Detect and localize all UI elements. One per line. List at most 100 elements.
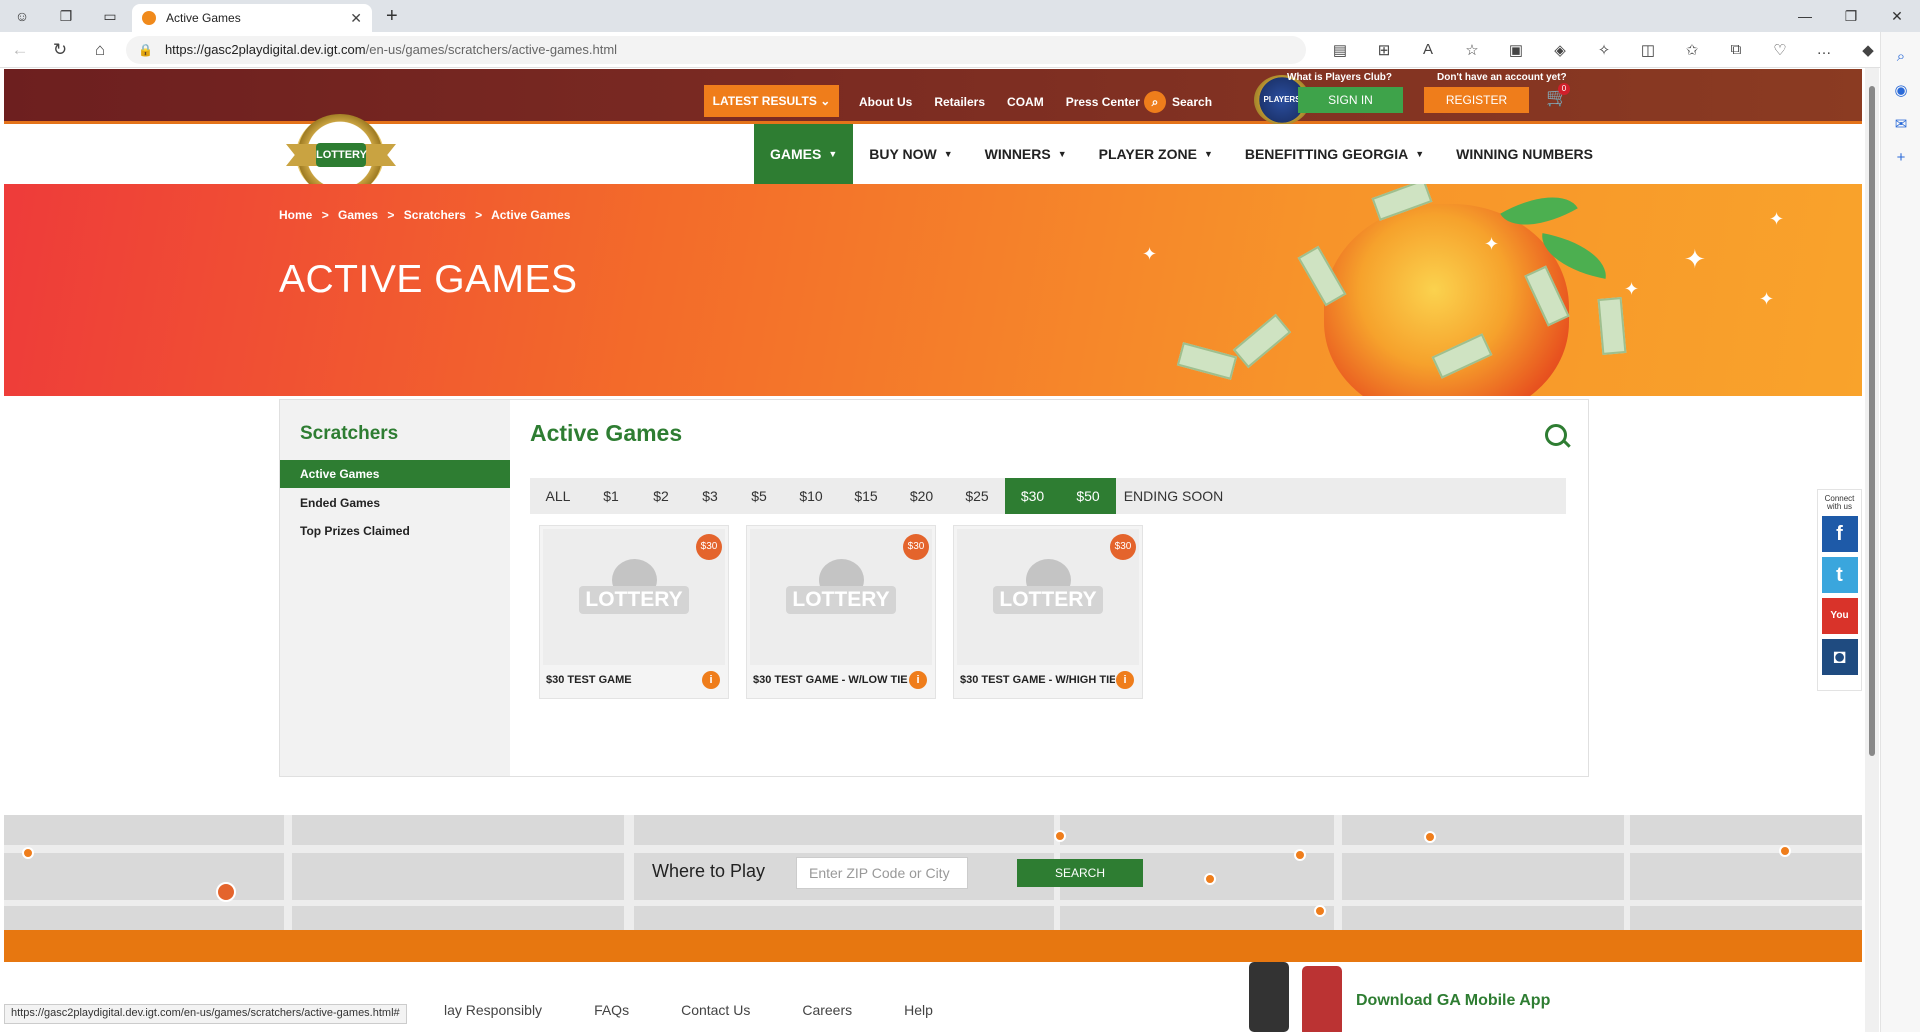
- nav-item-winners[interactable]: WINNERS ▼: [969, 124, 1083, 184]
- where-to-play-search-button[interactable]: SEARCH: [1017, 859, 1143, 887]
- minimize-icon[interactable]: —: [1782, 8, 1828, 25]
- top-search-button[interactable]: ⌕ Search: [1144, 91, 1212, 113]
- game-name[interactable]: $30 TEST GAME - W/HIGH TIER: [960, 674, 1115, 686]
- map-road: [1334, 815, 1342, 930]
- info-icon[interactable]: i: [909, 671, 927, 689]
- close-window-icon[interactable]: ✕: [1874, 8, 1920, 25]
- map-pin-icon: [1424, 831, 1436, 843]
- latest-results-button[interactable]: LATEST RESULTS ⌄: [704, 85, 839, 117]
- sidebar-item-ended-games[interactable]: Ended Games: [280, 489, 510, 517]
- youtube-icon[interactable]: You: [1821, 598, 1858, 634]
- collections-icon[interactable]: ⧉: [1714, 41, 1758, 59]
- breadcrumb: Home > Games > Scratchers > Active Games: [279, 208, 576, 222]
- extensions-icon[interactable]: ✧: [1582, 41, 1626, 59]
- extension-red-icon[interactable]: ▣: [1494, 41, 1538, 59]
- sparkle-icon: ✦: [1484, 234, 1500, 254]
- filter--5[interactable]: $5: [734, 478, 784, 514]
- close-tab-icon[interactable]: ✕: [350, 10, 362, 27]
- money-bill: [1597, 297, 1627, 355]
- sidebar-copilot-icon[interactable]: ◉: [1881, 81, 1920, 99]
- filter-all[interactable]: ALL: [530, 478, 586, 514]
- footer-link-careers[interactable]: Careers: [802, 1002, 852, 1018]
- home-icon[interactable]: ⌂: [80, 40, 120, 60]
- restore-icon[interactable]: ❐: [1828, 8, 1874, 25]
- filter--10[interactable]: $10: [784, 478, 838, 514]
- register-button[interactable]: REGISTER: [1424, 87, 1529, 113]
- sidebar-item-top-prizes-claimed[interactable]: Top Prizes Claimed: [280, 517, 510, 545]
- filter-ending-soon[interactable]: ENDING SOON: [1116, 478, 1231, 514]
- scrollbar-thumb[interactable]: [1869, 86, 1875, 756]
- cart-icon[interactable]: 🛒 0: [1546, 83, 1570, 108]
- favorites-icon[interactable]: ✩: [1670, 41, 1714, 59]
- split-screen-icon[interactable]: ◫: [1626, 41, 1670, 59]
- footer-link-help[interactable]: Help: [904, 1002, 933, 1018]
- refresh-icon[interactable]: ↻: [40, 40, 80, 60]
- filter--20[interactable]: $20: [894, 478, 949, 514]
- retailers-link[interactable]: Retailers: [934, 95, 985, 109]
- nav-item-winning-numbers[interactable]: WINNING NUMBERS: [1440, 124, 1609, 184]
- favorite-star-icon[interactable]: ☆: [1450, 41, 1494, 59]
- press-center-link[interactable]: Press Center: [1066, 95, 1140, 109]
- breadcrumb-games[interactable]: Games: [338, 208, 378, 222]
- info-icon[interactable]: i: [1116, 671, 1134, 689]
- footer-link-play-responsibly[interactable]: lay Responsibly: [444, 1002, 542, 1018]
- tab-actions-icon[interactable]: ▭: [100, 6, 120, 26]
- footer-link-contact-us[interactable]: Contact Us: [681, 1002, 750, 1018]
- instagram-icon[interactable]: ◘: [1821, 639, 1858, 675]
- sparkle-icon: ✦: [1769, 209, 1785, 229]
- utility-links: About Us Retailers COAM Press Center: [859, 95, 1140, 109]
- filter--1[interactable]: $1: [586, 478, 636, 514]
- game-name[interactable]: $30 TEST GAME: [546, 674, 701, 686]
- download-app-link[interactable]: Download GA Mobile App: [1356, 992, 1550, 1010]
- workspaces-icon[interactable]: ❐: [56, 6, 76, 26]
- toolbar-icons: ▤ ⊞ A ☆ ▣ ◈ ✧ ◫ ✩ ⧉ ♡ … ◆: [1318, 41, 1890, 59]
- players-club-question[interactable]: What is Players Club?: [1287, 72, 1392, 83]
- filter--15[interactable]: $15: [838, 478, 894, 514]
- game-card[interactable]: LOTTERY $30 $30 TEST GAME - W/LOW TIER i: [746, 525, 936, 699]
- immersive-reader-icon[interactable]: ▤: [1318, 41, 1362, 59]
- game-card[interactable]: LOTTERY $30 $30 TEST GAME - W/HIGH TIER i: [953, 525, 1143, 699]
- nav-item-games[interactable]: GAMES ▼: [754, 124, 854, 184]
- more-menu-icon[interactable]: …: [1802, 41, 1846, 59]
- sidebar-search-icon[interactable]: ⌕: [1881, 48, 1920, 65]
- breadcrumb-home[interactable]: Home: [279, 208, 312, 222]
- sidebar-item-active-games[interactable]: Active Games: [280, 460, 510, 488]
- performance-icon[interactable]: ♡: [1758, 41, 1802, 59]
- site-info-icon[interactable]: 🔒: [138, 43, 153, 57]
- facebook-icon[interactable]: f: [1821, 516, 1858, 552]
- filter--30[interactable]: $30: [1005, 478, 1060, 514]
- url-field[interactable]: 🔒 https://gasc2playdigital.dev.igt.com/e…: [126, 35, 1306, 64]
- filter--2[interactable]: $2: [636, 478, 686, 514]
- filter--25[interactable]: $25: [949, 478, 1005, 514]
- game-card[interactable]: LOTTERY $30 $30 TEST GAME i: [539, 525, 729, 699]
- back-icon[interactable]: ←: [0, 40, 40, 60]
- page-scrollbar[interactable]: [1865, 68, 1879, 1032]
- info-icon[interactable]: i: [702, 671, 720, 689]
- browser-tab[interactable]: Active Games ✕: [132, 4, 372, 32]
- sign-in-button[interactable]: SIGN IN: [1298, 87, 1403, 113]
- breadcrumb-separator: >: [475, 208, 483, 222]
- twitter-icon[interactable]: t: [1821, 557, 1858, 593]
- coam-link[interactable]: COAM: [1007, 95, 1044, 109]
- new-tab-icon[interactable]: +: [386, 5, 398, 28]
- url-path: /en-us/games/scratchers/active-games.htm…: [365, 42, 618, 57]
- nav-item-benefitting-georgia[interactable]: BENEFITTING GEORGIA ▼: [1229, 124, 1440, 184]
- profile-icon[interactable]: ☺: [12, 6, 32, 26]
- sidebar-outlook-icon[interactable]: ✉: [1881, 115, 1920, 133]
- read-aloud-icon[interactable]: A: [1406, 41, 1450, 59]
- filter--3[interactable]: $3: [686, 478, 734, 514]
- breadcrumb-scratchers[interactable]: Scratchers: [404, 208, 466, 222]
- filter--50[interactable]: $50: [1060, 478, 1116, 514]
- nav-item-buy-now[interactable]: BUY NOW ▼: [853, 124, 968, 184]
- game-name[interactable]: $30 TEST GAME - W/LOW TIER: [753, 674, 908, 686]
- extension-teal-icon[interactable]: ◈: [1538, 41, 1582, 59]
- map-pin-icon: [1054, 830, 1066, 842]
- sidebar-add-icon[interactable]: +: [1881, 149, 1920, 166]
- peach-favicon-icon: [142, 11, 156, 25]
- footer-link-faqs[interactable]: FAQs: [594, 1002, 629, 1018]
- apps-icon[interactable]: ⊞: [1362, 41, 1406, 59]
- about-us-link[interactable]: About Us: [859, 95, 912, 109]
- zip-city-input[interactable]: Enter ZIP Code or City: [796, 857, 968, 889]
- nav-item-player-zone[interactable]: PLAYER ZONE ▼: [1083, 124, 1229, 184]
- games-search-icon[interactable]: [1545, 424, 1567, 446]
